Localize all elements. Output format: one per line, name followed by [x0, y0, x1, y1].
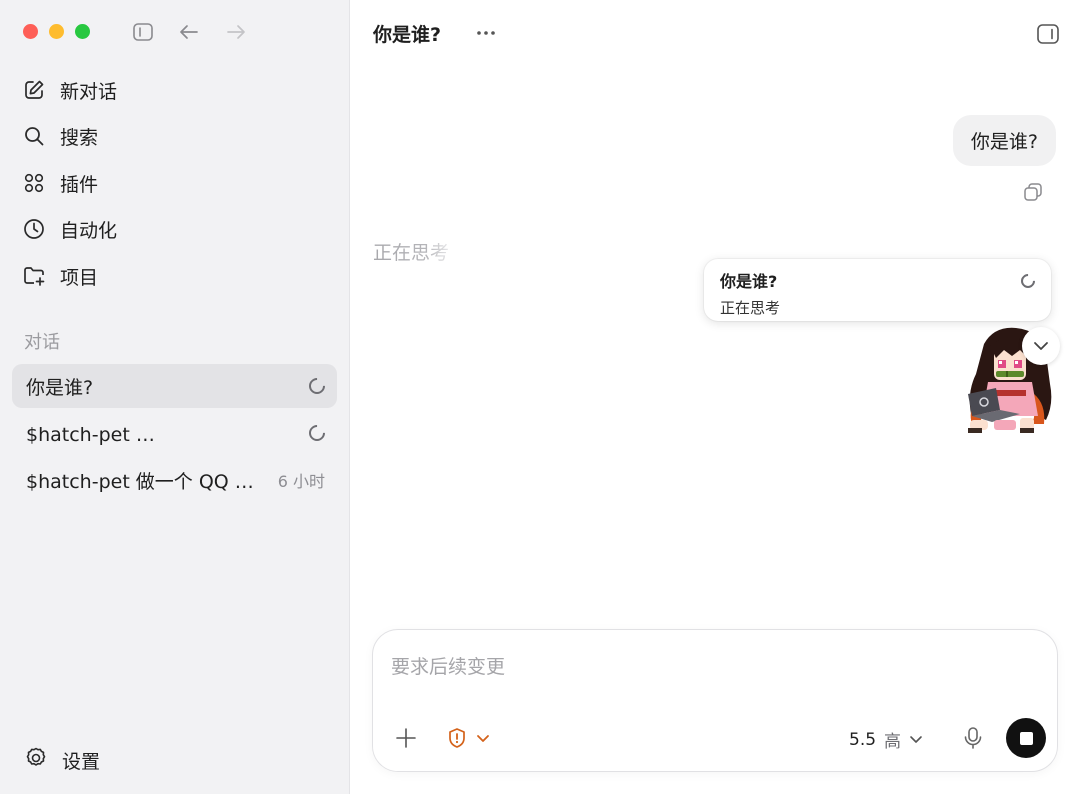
conversation-time: 6 小时 — [277, 472, 325, 491]
zoom-window-button[interactable] — [75, 24, 90, 39]
forward-arrow-icon[interactable] — [224, 20, 248, 44]
user-message-bubble: 你是谁? — [952, 115, 1056, 166]
minimize-window-button[interactable] — [49, 24, 64, 39]
microphone-icon — [964, 727, 982, 749]
projects-button[interactable]: 项目 — [22, 261, 98, 291]
nav-label: 自动化 — [60, 219, 118, 242]
conversation-item[interactable]: 你是谁? — [12, 364, 337, 408]
settings-button[interactable]: 设置 — [24, 746, 100, 775]
conversation-title: $hatch-pet 做一个 QQ 宠物 — [26, 470, 268, 493]
add-attachment-button[interactable] — [395, 727, 417, 749]
nav-label: 搜索 — [60, 126, 99, 149]
loading-spinner-icon — [305, 374, 329, 398]
conversation-item[interactable]: $hatch-pet 做一个 QQ 宠物 — [12, 411, 337, 455]
search-icon — [22, 124, 46, 148]
chevron-down-icon — [1034, 342, 1048, 350]
close-window-button[interactable] — [23, 24, 38, 39]
compose-icon — [22, 78, 46, 102]
stop-icon — [1019, 731, 1033, 745]
conversations-section-label: 对话 — [24, 332, 60, 353]
assistant-thinking-status: 正在思考 — [373, 238, 449, 265]
gear-icon — [24, 746, 48, 775]
shield-warning-icon — [449, 728, 465, 748]
back-arrow-icon[interactable] — [177, 20, 201, 44]
plugins-grid-icon — [22, 171, 46, 195]
scroll-to-bottom-button[interactable] — [1022, 327, 1060, 365]
reasoning-level: 高 — [884, 732, 902, 752]
search-button[interactable]: 搜索 — [22, 121, 98, 151]
message-composer[interactable]: 要求后续变更 5.5 高 — [372, 629, 1058, 772]
conversation-item[interactable]: $hatch-pet 做一个 QQ 宠物 6 小时 — [12, 458, 337, 502]
ellipsis-icon[interactable] — [473, 20, 499, 46]
plus-icon — [396, 728, 416, 748]
model-selector[interactable]: 5.5 高 — [849, 727, 923, 752]
automation-button[interactable]: 自动化 — [22, 214, 117, 244]
chat-title: 你是谁? — [373, 24, 442, 46]
popover-subtitle: 正在思考 — [720, 299, 781, 317]
toggle-sidebar-icon[interactable] — [131, 20, 155, 44]
side-panel-icon[interactable] — [1036, 22, 1060, 46]
composer-input[interactable]: 要求后续变更 — [391, 652, 505, 679]
voice-input-button[interactable] — [961, 726, 985, 750]
sidebar: 新对话 搜索 插件 自动化 项目 对话 你是谁? $hatch-pet 做一个 … — [0, 0, 350, 794]
chevron-down-icon — [477, 734, 489, 742]
conversation-title: $hatch-pet 做一个 QQ 宠物 — [26, 423, 168, 446]
settings-label: 设置 — [62, 751, 101, 773]
loading-spinner-icon — [305, 421, 329, 445]
task-status-popover[interactable]: 你是谁? 正在思考 — [704, 259, 1051, 321]
copy-icon[interactable] — [1022, 181, 1044, 203]
conversation-title: 你是谁? — [26, 376, 94, 399]
permissions-dropdown[interactable] — [443, 726, 493, 750]
popover-title: 你是谁? — [720, 272, 778, 291]
nav-label: 插件 — [60, 173, 99, 196]
chat-main: 你是谁? 你是谁? 正在思考 你是谁? 正在思考 要求后续变更 5.5 高 — [351, 0, 1080, 794]
folder-add-icon — [22, 264, 46, 288]
stop-generation-button[interactable] — [1006, 718, 1046, 758]
model-version: 5.5 — [849, 729, 877, 750]
new-chat-button[interactable]: 新对话 — [22, 75, 117, 105]
nav-label: 项目 — [60, 266, 99, 289]
plugins-button[interactable]: 插件 — [22, 168, 98, 198]
clock-icon — [22, 217, 46, 241]
nav-label: 新对话 — [60, 80, 118, 103]
chevron-down-icon — [910, 736, 922, 743]
